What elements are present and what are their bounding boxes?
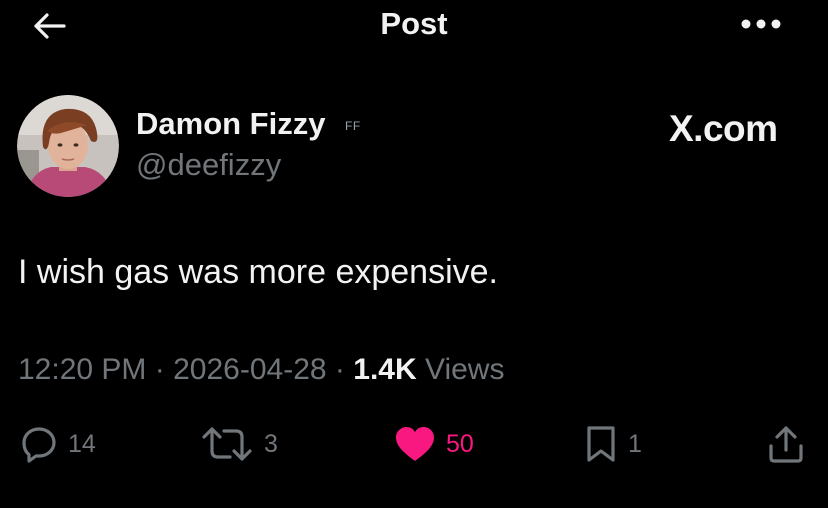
like-count: 50 bbox=[446, 429, 474, 458]
avatar-image bbox=[17, 95, 119, 197]
repost-button[interactable]: 3 bbox=[200, 418, 278, 470]
meta-separator: · bbox=[154, 353, 165, 386]
reply-count: 14 bbox=[68, 429, 96, 458]
author-name[interactable]: Damon Fizzy bbox=[136, 106, 325, 142]
repost-icon bbox=[202, 427, 252, 461]
share-icon bbox=[769, 426, 803, 463]
more-options-button[interactable] bbox=[736, 12, 786, 36]
avatar[interactable] bbox=[17, 95, 119, 197]
views-label: Views bbox=[424, 353, 505, 386]
page-title: Post bbox=[0, 6, 828, 42]
author-handle[interactable]: @deefizzy bbox=[136, 147, 281, 183]
views-count: 1.4K bbox=[353, 353, 417, 386]
author-badge: FF bbox=[345, 119, 361, 133]
page-title-text: Post bbox=[380, 6, 448, 41]
bookmark-icon bbox=[587, 426, 615, 462]
repost-count: 3 bbox=[264, 429, 278, 458]
bookmark-button[interactable]: 1 bbox=[584, 418, 642, 470]
more-horizontal-icon bbox=[741, 19, 781, 29]
arrow-left-icon bbox=[34, 13, 66, 39]
post-time: 12:20 PM bbox=[18, 353, 147, 386]
share-button[interactable] bbox=[766, 418, 806, 470]
watermark: X.com bbox=[669, 108, 778, 149]
bookmark-count: 1 bbox=[628, 429, 642, 458]
like-button[interactable]: 50 bbox=[394, 418, 474, 470]
post-meta: 12:20 PM · 2026-04-28 · 1.4K Views bbox=[18, 353, 504, 387]
meta-separator: · bbox=[334, 353, 345, 386]
back-button[interactable] bbox=[28, 8, 70, 44]
post-text: I wish gas was more expensive. bbox=[18, 253, 498, 291]
reply-button[interactable]: 14 bbox=[20, 418, 96, 470]
reply-icon bbox=[22, 427, 56, 463]
heart-icon bbox=[396, 427, 434, 461]
post-date: 2026-04-28 bbox=[173, 353, 327, 386]
